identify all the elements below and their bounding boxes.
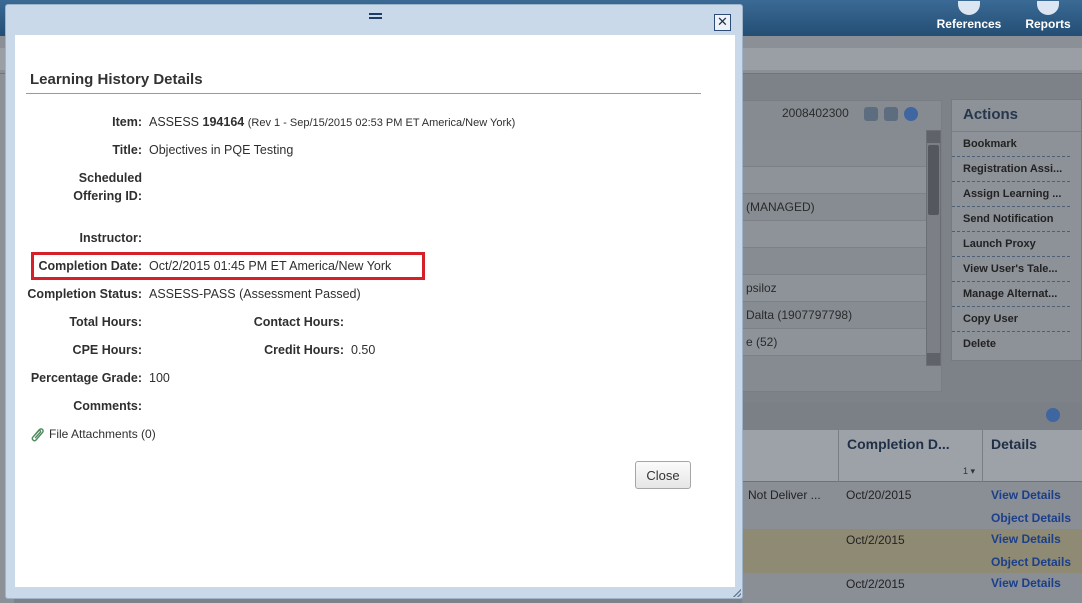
user-info-row [742,248,926,275]
row1-object-details-link[interactable]: Object Details [991,511,1071,525]
close-button[interactable]: Close [635,461,691,489]
scroll-down-arrow-icon[interactable] [927,353,940,365]
user-info-rows: (MANAGED) psiloz Dalta (1907797798) e (5… [742,140,926,356]
completion-date-label: Completion Date: [38,259,142,273]
item-type: ASSESS [149,115,200,129]
user-panel-scrollbar[interactable] [926,130,941,366]
title-label: Title: [112,143,142,157]
row2-view-details-link[interactable]: View Details [991,532,1061,546]
user-info-row [742,167,926,194]
row3-completion-date: Oct/2/2015 [846,577,905,591]
actions-panel: Actions Bookmark Registration Assi... As… [951,99,1082,361]
action-view-users-talent[interactable]: View User's Tale... [952,257,1070,282]
help-icon[interactable] [904,107,918,121]
resize-grip-icon[interactable] [733,589,741,597]
learning-history-dialog: ✕ Learning History Details Item: ASSESS … [5,4,743,599]
row1-status: Not Deliver ... [748,488,821,502]
completion-date-value: Oct/2/2015 01:45 PM ET America/New York [149,259,392,273]
action-launch-proxy[interactable]: Launch Proxy [952,232,1070,257]
item-label: Item: [112,115,142,129]
references-icon [958,1,980,15]
title-value: Objectives in PQE Testing [149,143,294,157]
completion-status-label: Completion Status: [27,287,142,301]
reports-button[interactable]: Reports [1018,0,1078,36]
user-panel-icons [864,107,918,121]
comments-label: Comments: [73,399,142,413]
total-hours-label: Total Hours: [69,315,142,329]
user-info-row [742,140,926,167]
references-label: References [936,17,1002,31]
action-copy-user[interactable]: Copy User [952,307,1070,332]
item-value: ASSESS 194164 (Rev 1 - Sep/15/2015 02:53… [149,115,515,129]
grid-toolbar [742,402,1082,430]
reports-label: Reports [1025,17,1071,31]
dialog-close-icon[interactable]: ✕ [714,14,731,31]
credit-hours-label: Credit Hours: [264,343,344,357]
drag-handle-icon[interactable] [369,13,382,19]
dialog-title: Learning History Details [30,71,203,88]
percentage-grade-label: Percentage Grade: [30,371,142,385]
percentage-grade-value: 100 [149,371,170,385]
row2-object-details-link[interactable]: Object Details [991,555,1071,569]
action-manage-alternate[interactable]: Manage Alternat... [952,282,1070,307]
scheduled-offering-label-line1: Scheduled [78,171,142,185]
user-info-row: e (52) [742,329,926,356]
grid-help-icon[interactable] [1046,408,1060,422]
item-revision: (Rev 1 - Sep/15/2015 02:53 PM ET America… [247,117,516,129]
row1-view-details-link[interactable]: View Details [991,488,1061,502]
action-bookmark[interactable]: Bookmark [952,132,1070,157]
dialog-body: Learning History Details Item: ASSESS 19… [15,35,735,587]
user-id: 2008402300 [782,106,849,120]
column-details[interactable]: Details [982,430,1082,482]
scroll-up-arrow-icon[interactable] [927,131,940,143]
file-attachments-label: File Attachments (0) [49,427,156,441]
comment-icon[interactable] [884,107,898,121]
file-attachments[interactable]: File Attachments (0) [29,426,156,442]
item-id: 194164 [202,115,245,129]
row2-completion-date: Oct/2/2015 [846,533,905,547]
user-info-row [742,221,926,248]
action-send-notification[interactable]: Send Notification [952,207,1070,232]
cpe-hours-label: CPE Hours: [72,343,142,357]
credit-hours-value: 0.50 [351,343,376,357]
scheduled-offering-label-line2: Offering ID: [73,189,142,203]
row3-view-details-link[interactable]: View Details [991,576,1061,590]
column-completion-date[interactable]: Completion D... [838,430,982,482]
completion-status-value: ASSESS-PASS (Assessment Passed) [149,287,361,301]
title-divider [26,93,701,94]
user-info-row: Dalta (1907797798) [742,302,926,329]
action-registration-assistant[interactable]: Registration Assi... [952,157,1070,182]
scroll-thumb[interactable] [928,145,939,215]
list-icon[interactable] [864,107,878,121]
actions-title: Actions [952,100,1081,132]
reports-icon [1037,1,1059,15]
instructor-label: Instructor: [79,231,143,245]
contact-hours-label: Contact Hours: [253,315,344,329]
user-info-row: (MANAGED) [742,194,926,221]
user-info-row: psiloz [742,275,926,302]
action-assign-learning[interactable]: Assign Learning ... [952,182,1070,207]
row1-completion-date: Oct/20/2015 [846,488,912,502]
sort-indicator[interactable]: 1 ▾ [963,466,975,477]
action-delete[interactable]: Delete [952,332,1070,357]
references-button[interactable]: References [930,0,1008,36]
paperclip-icon [31,428,44,442]
